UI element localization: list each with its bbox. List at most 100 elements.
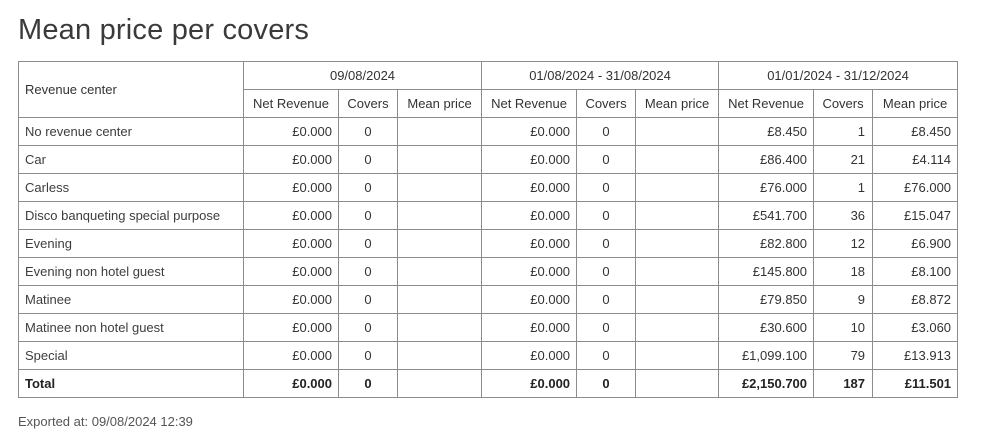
revenue-center-name: Evening [18, 229, 244, 258]
table-row: Matinee £0.000 0 £0.000 0 £79.850 9 £8.872 [18, 285, 959, 314]
covers-cell: 0 [576, 117, 637, 146]
total-row: Total £0.000 0 £0.000 0 £2,150.700 187 £11.501 [18, 369, 959, 398]
covers-cell: 0 [338, 117, 398, 146]
table-body: No revenue center £0.000 0 £0.000 0 £8.450 1 £8… [18, 117, 959, 398]
mean-price-cell [396, 145, 483, 174]
net-revenue-cell: £0.000 [243, 313, 339, 342]
table-row: Special £0.000 0 £0.000 0 £1,099.100 79 £13.913 [18, 341, 959, 370]
mean-price-cell [396, 229, 483, 258]
net-revenue-cell: £0.000 [243, 285, 339, 314]
covers-cell: 0 [576, 369, 637, 398]
covers-cell: 0 [576, 229, 637, 258]
net-revenue-header: Net Revenue [243, 89, 339, 118]
net-revenue-cell: £0.000 [243, 369, 339, 398]
mean-price-cell [635, 201, 720, 230]
mean-price-cell [635, 369, 720, 398]
mean-price-table: Revenue center 09/08/2024 01/08/2024 - 3… [18, 61, 959, 398]
covers-cell: 0 [576, 285, 637, 314]
mean-price-cell [635, 285, 720, 314]
mean-price-cell [635, 313, 720, 342]
net-revenue-cell: £1,099.100 [718, 341, 815, 370]
covers-cell: 0 [338, 145, 398, 174]
covers-cell: 0 [576, 313, 637, 342]
net-revenue-cell: £0.000 [481, 201, 578, 230]
period-header: 01/01/2024 - 31/12/2024 [718, 61, 959, 90]
net-revenue-cell: £0.000 [243, 341, 339, 370]
mean-price-cell: £8.100 [872, 257, 959, 286]
net-revenue-cell: £0.000 [481, 117, 578, 146]
net-revenue-cell: £0.000 [243, 145, 339, 174]
net-revenue-cell: £2,150.700 [718, 369, 815, 398]
mean-price-cell [635, 341, 720, 370]
covers-cell: 12 [813, 229, 874, 258]
net-revenue-cell: £0.000 [243, 229, 339, 258]
mean-price-cell: £4.114 [872, 145, 959, 174]
net-revenue-cell: £0.000 [481, 229, 578, 258]
mean-price-cell: £6.900 [872, 229, 959, 258]
table-row: Carless £0.000 0 £0.000 0 £76.000 1 £76.000 [18, 173, 959, 202]
mean-price-cell [635, 173, 720, 202]
covers-header: Covers [338, 89, 398, 118]
net-revenue-cell: £145.800 [718, 257, 815, 286]
covers-header: Covers [576, 89, 637, 118]
covers-cell: 1 [813, 117, 874, 146]
net-revenue-cell: £0.000 [481, 313, 578, 342]
covers-cell: 79 [813, 341, 874, 370]
net-revenue-cell: £0.000 [481, 285, 578, 314]
revenue-center-name: Special [18, 341, 244, 370]
table-row: No revenue center £0.000 0 £0.000 0 £8.450 1 £8… [18, 117, 959, 146]
exported-timestamp: Exported at: 09/08/2024 12:39 [18, 414, 193, 429]
covers-cell: 9 [813, 285, 874, 314]
net-revenue-cell: £0.000 [481, 369, 578, 398]
mean-price-header: Mean price [635, 89, 720, 118]
covers-cell: 18 [813, 257, 874, 286]
table-row: Matinee non hotel guest £0.000 0 £0.000 0 £30… [18, 313, 959, 342]
period-header: 01/08/2024 - 31/08/2024 [481, 61, 720, 90]
page-title: Mean price per covers [18, 14, 310, 46]
table-row: Disco banqueting special purpose £0.000 0 £… [18, 201, 959, 230]
mean-price-cell [396, 341, 483, 370]
net-revenue-cell: £30.600 [718, 313, 815, 342]
mean-price-cell [396, 257, 483, 286]
mean-price-cell [396, 369, 483, 398]
mean-price-cell [396, 117, 483, 146]
revenue-center-name: No revenue center [18, 117, 244, 146]
covers-cell: 0 [338, 341, 398, 370]
mean-price-cell: £3.060 [872, 313, 959, 342]
covers-cell: 0 [338, 285, 398, 314]
mean-price-cell [635, 117, 720, 146]
mean-price-cell: £76.000 [872, 173, 959, 202]
net-revenue-cell: £541.700 [718, 201, 815, 230]
covers-cell: 10 [813, 313, 874, 342]
mean-price-cell: £13.913 [872, 341, 959, 370]
mean-price-cell [396, 201, 483, 230]
net-revenue-cell: £86.400 [718, 145, 815, 174]
covers-cell: 0 [338, 369, 398, 398]
revenue-center-name: Disco banqueting special purpose [18, 201, 244, 230]
net-revenue-cell: £0.000 [243, 173, 339, 202]
mean-price-cell [396, 173, 483, 202]
revenue-center-name: Matinee non hotel guest [18, 313, 244, 342]
table-row: Car £0.000 0 £0.000 0 £86.400 21 £4.114 [18, 145, 959, 174]
mean-price-cell: £8.450 [872, 117, 959, 146]
net-revenue-cell: £0.000 [243, 201, 339, 230]
net-revenue-cell: £0.000 [481, 145, 578, 174]
table-row: Evening non hotel guest £0.000 0 £0.000 0 £14… [18, 257, 959, 286]
net-revenue-cell: £0.000 [243, 117, 339, 146]
revenue-center-name: Total [18, 369, 244, 398]
net-revenue-header: Net Revenue [718, 89, 815, 118]
covers-cell: 36 [813, 201, 874, 230]
covers-cell: 0 [338, 229, 398, 258]
covers-cell: 0 [576, 173, 637, 202]
mean-price-cell: £15.047 [872, 201, 959, 230]
covers-cell: 0 [338, 173, 398, 202]
mean-price-cell [396, 313, 483, 342]
covers-cell: 0 [338, 257, 398, 286]
revenue-center-header: Revenue center [18, 61, 244, 118]
mean-price-cell [396, 285, 483, 314]
revenue-center-name: Evening non hotel guest [18, 257, 244, 286]
mean-price-cell [635, 257, 720, 286]
covers-cell: 0 [338, 313, 398, 342]
net-revenue-cell: £0.000 [481, 257, 578, 286]
covers-cell: 21 [813, 145, 874, 174]
